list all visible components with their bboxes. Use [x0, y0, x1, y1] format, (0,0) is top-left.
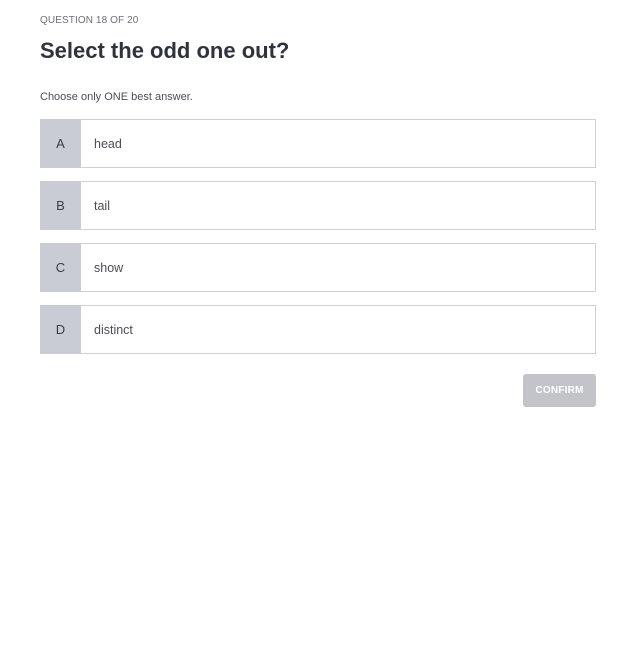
- option-text: head: [94, 136, 122, 151]
- option-letter: B: [40, 181, 81, 230]
- quiz-page: QUESTION 18 OF 20 Select the odd one out…: [0, 0, 644, 657]
- option-letter: D: [40, 305, 81, 354]
- question-title: Select the odd one out?: [40, 38, 290, 63]
- confirm-button[interactable]: CONFIRM: [523, 374, 596, 407]
- option-b[interactable]: B tail: [40, 181, 596, 230]
- option-d[interactable]: D distinct: [40, 305, 596, 354]
- option-letter: C: [40, 243, 81, 292]
- option-text: tail: [94, 198, 110, 213]
- answer-options: A head B tail C show D distinct: [40, 119, 596, 367]
- option-text: distinct: [94, 322, 133, 337]
- option-c[interactable]: C show: [40, 243, 596, 292]
- option-text: show: [94, 260, 124, 275]
- option-letter: A: [40, 119, 81, 168]
- option-a[interactable]: A head: [40, 119, 596, 168]
- answer-instruction: Choose only ONE best answer.: [40, 91, 193, 103]
- question-counter: QUESTION 18 OF 20: [40, 15, 139, 26]
